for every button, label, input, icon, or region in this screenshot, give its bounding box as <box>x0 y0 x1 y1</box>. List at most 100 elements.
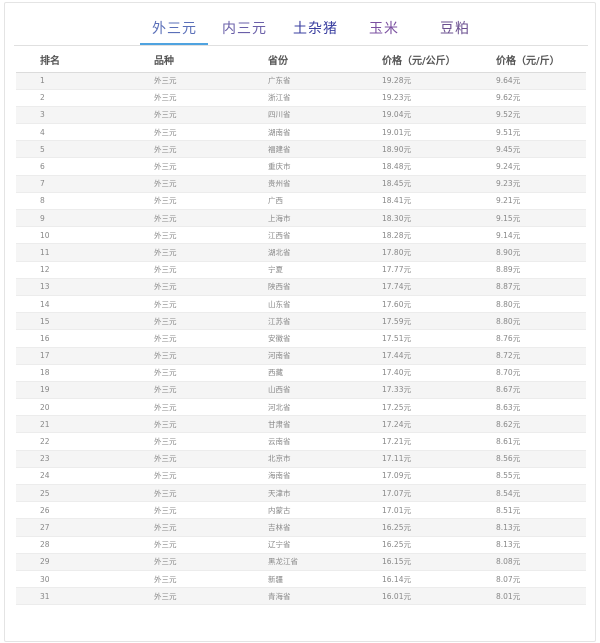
price-kg-cell: 18.45元 <box>358 175 472 193</box>
price-jin-cell: 8.55元 <box>472 467 586 486</box>
breed-cell: 外三元 <box>130 192 244 211</box>
price-jin-cell: 9.14元 <box>472 226 586 245</box>
table-row: 22 外三元 云南省 17.21元 8.61元 <box>16 432 586 451</box>
price-kg-cell: 18.41元 <box>358 192 472 211</box>
price-kg-cell: 17.25元 <box>358 398 472 417</box>
rank-cell: 2 <box>16 89 130 107</box>
province-cell: 山东省 <box>244 295 358 314</box>
breed-cell: 外三元 <box>130 226 244 245</box>
rank-cell: 4 <box>16 123 130 142</box>
price-jin-cell: 8.08元 <box>472 553 586 571</box>
tab-divider <box>14 45 588 46</box>
table-row: 26 外三元 内蒙古 17.01元 8.51元 <box>16 501 586 520</box>
price-jin-cell: 9.52元 <box>472 106 586 125</box>
price-kg-cell: 19.04元 <box>358 106 472 125</box>
price-kg-cell: 17.11元 <box>358 450 472 468</box>
table-header-row: 排名 品种 省份 价格（元/公斤） 价格（元/斤） <box>16 48 586 73</box>
price-jin-cell: 8.80元 <box>472 312 586 331</box>
price-kg-cell: 18.90元 <box>358 140 472 159</box>
rank-cell: 23 <box>16 450 130 468</box>
table-row: 29 外三元 黑龙江省 16.15元 8.08元 <box>16 553 586 571</box>
breed-cell: 外三元 <box>130 123 244 142</box>
breed-cell: 外三元 <box>130 381 244 400</box>
breed-cell: 外三元 <box>130 209 244 228</box>
tab-tu-za-zhu[interactable]: 土杂猪 <box>293 18 338 38</box>
breed-cell: 外三元 <box>130 415 244 434</box>
province-cell: 北京市 <box>244 450 358 468</box>
rank-cell: 18 <box>16 364 130 382</box>
price-kg-cell: 18.28元 <box>358 226 472 245</box>
province-cell: 云南省 <box>244 432 358 451</box>
province-cell: 湖北省 <box>244 243 358 262</box>
price-jin-cell: 9.24元 <box>472 157 586 176</box>
table-row: 15 外三元 江苏省 17.59元 8.80元 <box>16 312 586 331</box>
tab-wai-san-yuan[interactable]: 外三元 <box>152 18 197 38</box>
province-cell: 广西 <box>244 192 358 211</box>
rank-cell: 9 <box>16 209 130 228</box>
table-row: 2 外三元 浙江省 19.23元 9.62元 <box>16 89 586 107</box>
province-cell: 西藏 <box>244 364 358 382</box>
price-kg-cell: 17.80元 <box>358 243 472 262</box>
breed-cell: 外三元 <box>130 140 244 159</box>
breed-cell: 外三元 <box>130 243 244 262</box>
breed-cell: 外三元 <box>130 364 244 382</box>
table-row: 31 外三元 青海省 16.01元 8.01元 <box>16 587 586 606</box>
table-row: 8 外三元 广西 18.41元 9.21元 <box>16 192 586 211</box>
rank-cell: 7 <box>16 175 130 193</box>
rank-cell: 19 <box>16 381 130 400</box>
province-cell: 上海市 <box>244 209 358 228</box>
province-cell: 河北省 <box>244 398 358 417</box>
rank-cell: 25 <box>16 484 130 503</box>
table-body: 1 外三元 广东省 19.28元 9.64元 2 外三元 浙江省 19.23元 9.62元 3 外三元… <box>16 72 586 606</box>
rank-cell: 11 <box>16 243 130 262</box>
province-cell: 湖南省 <box>244 123 358 142</box>
table-row: 4 外三元 湖南省 19.01元 9.51元 <box>16 123 586 142</box>
rank-cell: 1 <box>16 72 130 90</box>
breed-cell: 外三元 <box>130 587 244 606</box>
price-kg-cell: 18.48元 <box>358 157 472 176</box>
tab-nei-san-yuan[interactable]: 内三元 <box>222 18 267 38</box>
rank-cell: 24 <box>16 467 130 486</box>
price-jin-cell: 8.72元 <box>472 347 586 365</box>
header-price-per-kg: 价格（元/公斤） <box>358 48 472 73</box>
province-cell: 内蒙古 <box>244 501 358 520</box>
table-row: 30 外三元 新疆 16.14元 8.07元 <box>16 570 586 589</box>
header-price-per-jin: 价格（元/斤） <box>472 48 586 73</box>
rank-cell: 5 <box>16 140 130 159</box>
breed-cell: 外三元 <box>130 261 244 279</box>
tab-bar: 外三元 内三元 土杂猪 玉米 豆粕 <box>0 4 600 46</box>
breed-cell: 外三元 <box>130 570 244 589</box>
breed-cell: 外三元 <box>130 278 244 296</box>
rank-cell: 26 <box>16 501 130 520</box>
rank-cell: 30 <box>16 570 130 589</box>
price-kg-cell: 16.01元 <box>358 587 472 606</box>
breed-cell: 外三元 <box>130 312 244 331</box>
price-kg-cell: 17.01元 <box>358 501 472 520</box>
breed-cell: 外三元 <box>130 347 244 365</box>
breed-cell: 外三元 <box>130 175 244 193</box>
province-cell: 广东省 <box>244 72 358 90</box>
price-jin-cell: 8.67元 <box>472 381 586 400</box>
rank-cell: 27 <box>16 518 130 537</box>
province-cell: 青海省 <box>244 587 358 606</box>
price-kg-cell: 17.21元 <box>358 432 472 451</box>
province-cell: 新疆 <box>244 570 358 589</box>
breed-cell: 外三元 <box>130 553 244 571</box>
rank-cell: 14 <box>16 295 130 314</box>
price-jin-cell: 8.56元 <box>472 450 586 468</box>
price-jin-cell: 8.90元 <box>472 243 586 262</box>
header-province: 省份 <box>244 48 358 73</box>
tab-dou-po[interactable]: 豆粕 <box>440 18 470 38</box>
table-row: 5 外三元 福建省 18.90元 9.45元 <box>16 140 586 159</box>
price-jin-cell: 8.89元 <box>472 261 586 279</box>
price-jin-cell: 8.54元 <box>472 484 586 503</box>
province-cell: 安徽省 <box>244 329 358 348</box>
rank-cell: 6 <box>16 157 130 176</box>
table-row: 18 外三元 西藏 17.40元 8.70元 <box>16 364 586 382</box>
price-jin-cell: 8.01元 <box>472 587 586 606</box>
province-cell: 贵州省 <box>244 175 358 193</box>
province-cell: 江西省 <box>244 226 358 245</box>
price-kg-cell: 17.74元 <box>358 278 472 296</box>
rank-cell: 31 <box>16 587 130 606</box>
tab-yu-mi[interactable]: 玉米 <box>369 18 399 38</box>
